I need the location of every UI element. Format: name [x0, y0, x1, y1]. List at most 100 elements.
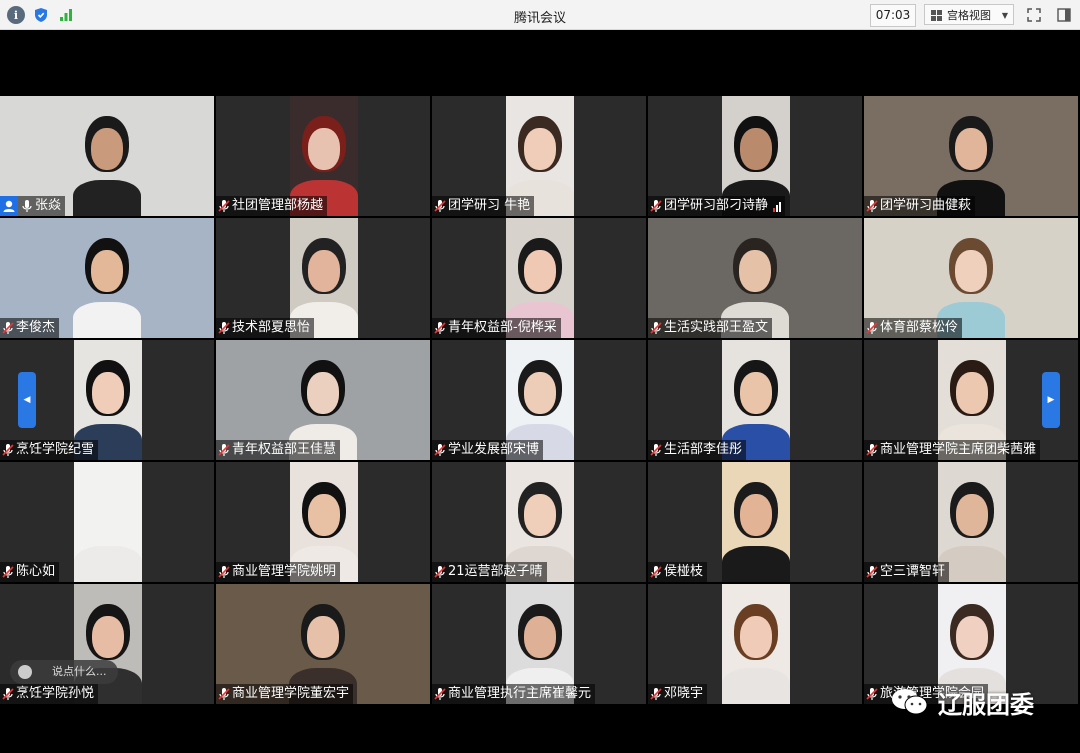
mic-muted-icon [866, 565, 878, 579]
grid-view-icon [931, 10, 942, 21]
mic-muted-icon [218, 565, 230, 579]
participant-tile[interactable]: 生活实践部王盈文 [648, 218, 862, 338]
participant-nameplate: 商业管理学院董宏宇 [216, 684, 354, 704]
participant-tile[interactable]: 青年权益部-倪桦采 [432, 218, 646, 338]
signal-icon[interactable] [57, 6, 75, 24]
prev-page-button[interactable]: ◀ [18, 372, 36, 428]
participant-tile[interactable]: 空三谭智轩 [864, 462, 1078, 582]
signal-strength-icon [773, 200, 782, 212]
participant-tile[interactable]: 团学研习 牛艳 [432, 96, 646, 216]
mic-muted-icon [650, 687, 662, 701]
emoji-icon[interactable] [18, 665, 32, 679]
sidebar-toggle-button[interactable] [1053, 4, 1075, 25]
participant-nameplate: 生活实践部王盈文 [648, 318, 773, 338]
participant-name: 烹饪学院孙悦 [16, 686, 95, 701]
participant-nameplate: 邓晓宇 [648, 684, 708, 704]
wechat-icon [890, 686, 930, 718]
participant-name: 商业管理学院董宏宇 [232, 686, 350, 701]
participant-tile[interactable]: 团学研习曲健萩 [864, 96, 1078, 216]
mic-muted-icon [650, 443, 662, 457]
participant-tile[interactable]: 社团管理部杨越 [216, 96, 430, 216]
mic-muted-icon [434, 687, 446, 701]
participant-nameplate: 烹饪学院孙悦 [0, 684, 99, 704]
fullscreen-icon [1027, 7, 1041, 22]
mic-muted-icon [218, 199, 230, 213]
participant-video [722, 462, 790, 582]
participant-tile[interactable]: 商业管理执行主席崔馨元 [432, 584, 646, 704]
next-page-button[interactable]: ▶ [1042, 372, 1060, 428]
participant-tile[interactable]: 李俊杰 [0, 218, 214, 338]
participant-tile[interactable]: 体育部蔡松伶 [864, 218, 1078, 338]
mic-muted-icon [218, 443, 230, 457]
mic-muted-icon [650, 565, 662, 579]
participant-name: 团学研习曲健萩 [880, 198, 972, 213]
mic-muted-icon [218, 687, 230, 701]
chevron-down-icon: ▼ [1001, 11, 1008, 20]
participant-name: 社团管理部杨越 [232, 198, 324, 213]
mic-muted-icon [650, 199, 662, 213]
watermark: 辽服团委 [890, 682, 1034, 722]
participant-tile[interactable]: 技术部夏思怡 [216, 218, 430, 338]
participant-nameplate: 青年权益部-倪桦采 [432, 318, 561, 338]
participant-tile[interactable]: 青年权益部王佳慧 [216, 340, 430, 460]
participant-nameplate: 团学研习曲健萩 [864, 196, 976, 216]
participant-name: 青年权益部-倪桦采 [448, 320, 557, 335]
participant-name: 商业管理执行主席崔馨元 [448, 686, 592, 701]
participant-nameplate: 体育部蔡松伶 [864, 318, 963, 338]
participant-tile[interactable]: 学业发展部宋博 [432, 340, 646, 460]
participant-nameplate: 社团管理部杨越 [216, 196, 328, 216]
participant-name: 侯椪枝 [664, 564, 704, 579]
mic-muted-icon [2, 443, 14, 457]
participant-tile[interactable]: 生活部李佳彤 [648, 340, 862, 460]
participant-name: 李俊杰 [16, 320, 56, 335]
shield-icon[interactable] [32, 6, 50, 24]
participant-tile[interactable]: 商业管理学院董宏宇 [216, 584, 430, 704]
mic-muted-icon [434, 443, 446, 457]
participant-name: 烹饪学院纪雪 [16, 442, 95, 457]
participant-tile[interactable]: 陈心如 [0, 462, 214, 582]
participant-nameplate: 技术部夏思怡 [216, 318, 315, 338]
mic-muted-icon [866, 443, 878, 457]
participant-name: 团学研习部刁诗静 [664, 198, 769, 213]
participant-tile[interactable]: 邓晓宇 [648, 584, 862, 704]
meeting-timer: 07:03 [870, 4, 916, 27]
participant-nameplate: 团学研习 牛艳 [432, 196, 535, 216]
participant-nameplate: 陈心如 [0, 562, 60, 582]
info-icon[interactable]: i [7, 6, 25, 24]
window-title: 腾讯会议 [513, 11, 566, 26]
participant-nameplate: 21运营部赵子晴 [432, 562, 547, 582]
participant-tile[interactable]: 21运营部赵子晴 [432, 462, 646, 582]
participant-tile[interactable]: 商业管理学院姚明 [216, 462, 430, 582]
participant-nameplate: 商业管理执行主席崔馨元 [432, 684, 596, 704]
participant-nameplate: 学业发展部宋博 [432, 440, 544, 460]
mic-muted-icon [2, 565, 14, 579]
participant-name: 体育部蔡松伶 [880, 320, 959, 335]
participant-nameplate: 李俊杰 [0, 318, 60, 338]
view-mode-dropdown[interactable]: 宫格视图 ▼ [924, 4, 1014, 25]
participant-nameplate: 商业管理学院姚明 [216, 562, 341, 582]
participant-nameplate: 侯椪枝 [648, 562, 708, 582]
mic-muted-icon [218, 321, 230, 335]
participant-name: 团学研习 牛艳 [448, 198, 531, 213]
fullscreen-button[interactable] [1023, 4, 1045, 25]
participant-tile[interactable]: 团学研习部刁诗静 [648, 96, 862, 216]
view-mode-label: 宫格视图 [947, 9, 991, 22]
participant-tile[interactable]: 侯椪枝 [648, 462, 862, 582]
participant-name: 学业发展部宋博 [448, 442, 540, 457]
participant-name: 商业管理学院主席团柴茜雅 [880, 442, 1037, 457]
participant-name: 商业管理学院姚明 [232, 564, 337, 579]
participant-nameplate: 张焱 [0, 196, 66, 216]
participant-nameplate: 青年权益部王佳慧 [216, 440, 341, 460]
participant-tile[interactable]: 张焱 [0, 96, 214, 216]
participant-nameplate: 烹饪学院纪雪 [0, 440, 99, 460]
chat-placeholder: 说点什么... [52, 665, 107, 678]
mic-muted-icon [2, 321, 14, 335]
mic-muted-icon [434, 565, 446, 579]
participant-name: 生活部李佳彤 [664, 442, 743, 457]
participant-name: 邓晓宇 [664, 686, 704, 701]
title-bar: i 腾讯会议 07:03 宫格视图 ▼ [0, 0, 1080, 30]
participant-name: 陈心如 [16, 564, 56, 579]
participant-nameplate: 团学研习部刁诗静 [648, 196, 786, 216]
participant-tile[interactable]: 烹饪学院孙悦 [0, 584, 214, 704]
chat-input[interactable]: 说点什么... [10, 660, 118, 684]
